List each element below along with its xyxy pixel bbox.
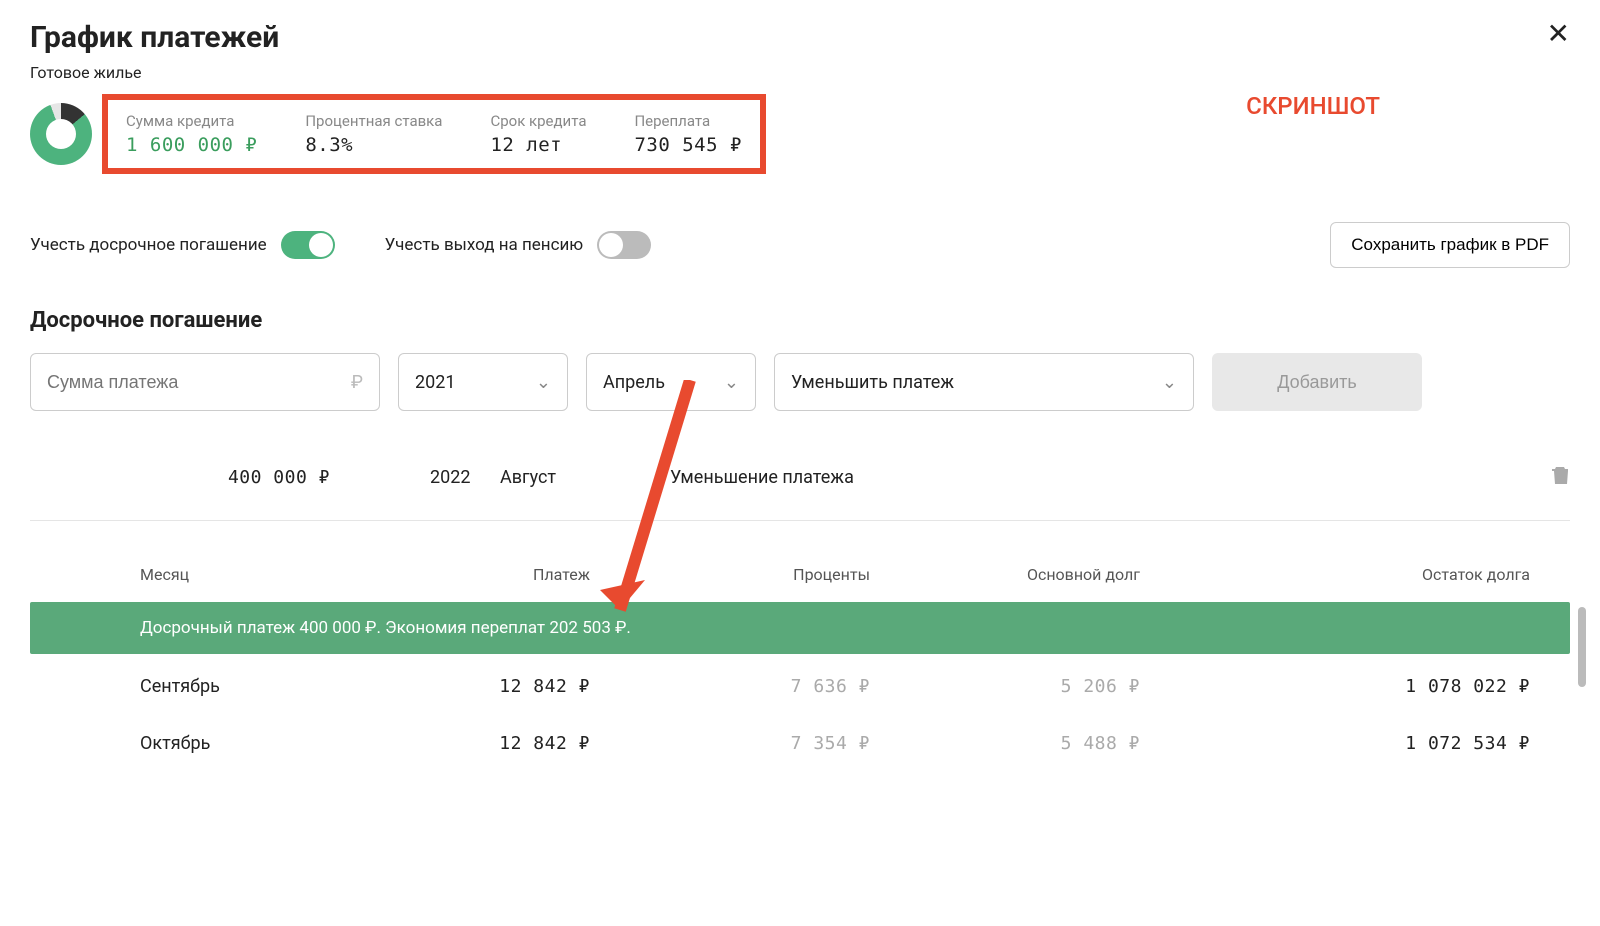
year-value: 2021 bbox=[415, 372, 455, 393]
cell-month: Сентябрь bbox=[30, 676, 350, 697]
col-header-principal: Основной долг bbox=[870, 565, 1140, 584]
table-row: Сентябрь 12 842 ₽ 7 636 ₽ 5 206 ₽ 1 078 … bbox=[30, 658, 1570, 715]
existing-month: Август bbox=[500, 467, 670, 488]
rate-label: Процентная ставка bbox=[305, 112, 442, 130]
close-button[interactable]: ✕ bbox=[1547, 20, 1570, 48]
loan-summary-box: Сумма кредита 1 600 000 ₽ Процентная ста… bbox=[102, 94, 766, 174]
payment-table: Месяц Платеж Проценты Основной долг Оста… bbox=[30, 547, 1570, 772]
existing-action: Уменьшение платежа bbox=[670, 467, 1552, 488]
early-payment-banner: Досрочный платеж 400 000 ₽. Экономия пер… bbox=[30, 602, 1570, 654]
loan-amount-value: 1 600 000 ₽ bbox=[126, 134, 257, 156]
chevron-down-icon: ⌄ bbox=[724, 372, 739, 393]
year-select[interactable]: 2021 ⌄ bbox=[398, 353, 568, 411]
page-subtitle: Готовое жилье bbox=[30, 63, 279, 82]
cell-interest: 7 636 ₽ bbox=[590, 676, 870, 697]
early-repayment-title: Досрочное погашение bbox=[30, 308, 1570, 333]
save-pdf-button[interactable]: Сохранить график в PDF bbox=[1330, 222, 1570, 268]
cell-balance: 1 072 534 ₽ bbox=[1140, 733, 1570, 754]
existing-year: 2022 bbox=[430, 467, 500, 488]
col-header-interest: Проценты bbox=[590, 565, 870, 584]
add-button[interactable]: Добавить bbox=[1212, 353, 1422, 411]
rate-value: 8.3% bbox=[305, 134, 442, 156]
cell-principal: 5 488 ₽ bbox=[870, 733, 1140, 754]
overpay-value: 730 545 ₽ bbox=[634, 134, 741, 156]
cell-payment: 12 842 ₽ bbox=[350, 733, 590, 754]
col-header-month: Месяц bbox=[30, 565, 350, 584]
currency-suffix: ₽ bbox=[351, 372, 363, 393]
chevron-down-icon: ⌄ bbox=[1162, 372, 1177, 393]
toggle-early-label: Учесть досрочное погашение bbox=[30, 235, 267, 255]
col-header-payment: Платеж bbox=[350, 565, 590, 584]
toggle-pension-label: Учесть выход на пенсию bbox=[385, 235, 584, 255]
term-label: Срок кредита bbox=[490, 112, 586, 130]
existing-payment-row: 400 000 ₽ 2022 Август Уменьшение платежа bbox=[30, 451, 1570, 521]
month-select[interactable]: Апрель ⌄ bbox=[586, 353, 756, 411]
action-value: Уменьшить платеж bbox=[791, 372, 954, 393]
chevron-down-icon: ⌄ bbox=[536, 372, 551, 393]
term-value: 12 лет bbox=[490, 134, 586, 156]
cell-payment: 12 842 ₽ bbox=[350, 676, 590, 697]
table-row: Октябрь 12 842 ₽ 7 354 ₽ 5 488 ₽ 1 072 5… bbox=[30, 715, 1570, 772]
scrollbar[interactable] bbox=[1578, 607, 1586, 687]
existing-amount: 400 000 ₽ bbox=[30, 467, 430, 488]
payment-amount-input[interactable] bbox=[47, 372, 351, 393]
payment-amount-field[interactable]: ₽ bbox=[30, 353, 380, 411]
cell-month: Октябрь bbox=[30, 733, 350, 754]
month-value: Апрель bbox=[603, 372, 665, 393]
action-select[interactable]: Уменьшить платеж ⌄ bbox=[774, 353, 1194, 411]
loan-amount-label: Сумма кредита bbox=[126, 112, 257, 130]
cell-interest: 7 354 ₽ bbox=[590, 733, 870, 754]
trash-icon[interactable] bbox=[1552, 465, 1570, 490]
overpay-label: Переплата bbox=[634, 112, 741, 130]
cell-principal: 5 206 ₽ bbox=[870, 676, 1140, 697]
toggle-pension[interactable] bbox=[597, 231, 651, 259]
cell-balance: 1 078 022 ₽ bbox=[1140, 676, 1570, 697]
col-header-balance: Остаток долга bbox=[1140, 565, 1570, 584]
toggle-early-repayment[interactable] bbox=[281, 231, 335, 259]
page-title: График платежей bbox=[30, 20, 279, 55]
donut-chart-icon bbox=[30, 103, 92, 165]
